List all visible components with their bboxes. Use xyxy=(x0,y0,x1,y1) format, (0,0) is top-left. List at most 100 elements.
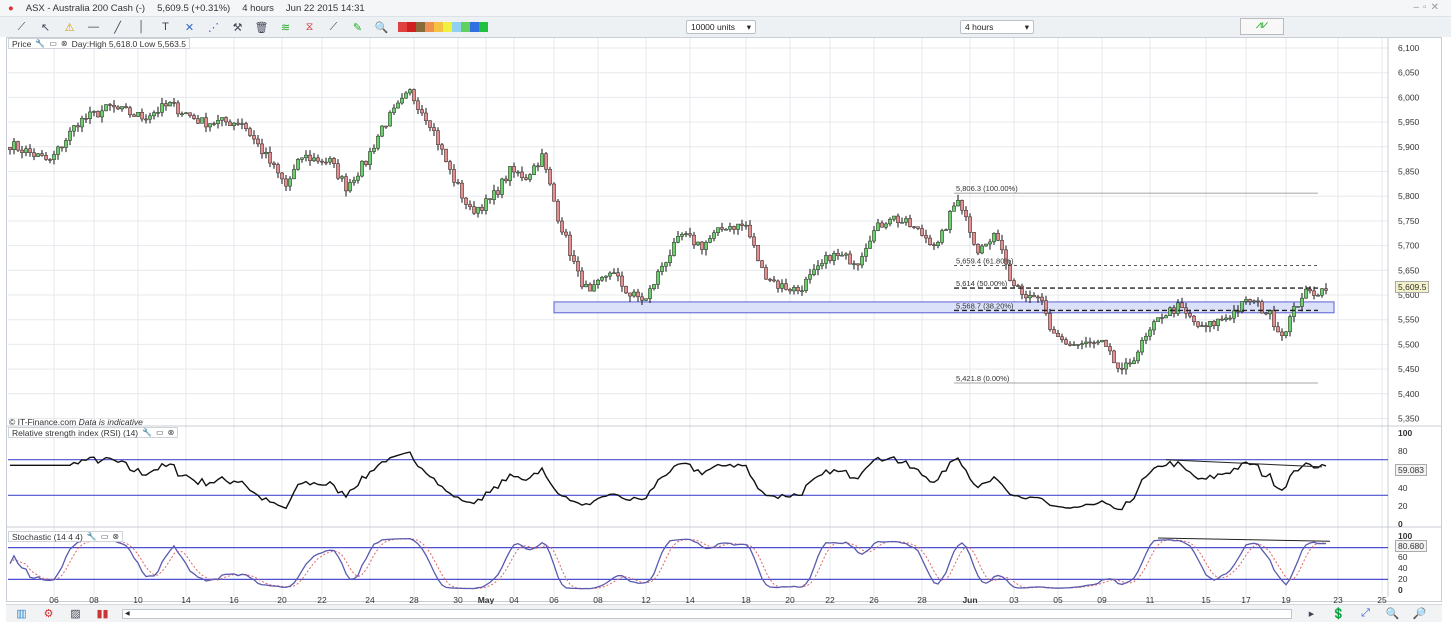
candle-body xyxy=(692,234,696,246)
candle-body xyxy=(984,243,988,247)
horizontal-scrollbar[interactable]: ◀ xyxy=(122,608,1292,619)
wrench-icon[interactable]: 🔧 xyxy=(87,532,97,541)
candle-body xyxy=(1192,315,1196,323)
candle-body xyxy=(548,169,552,185)
candle-body xyxy=(32,152,36,157)
candle-body xyxy=(204,117,208,128)
window-icon[interactable]: ▭ xyxy=(49,39,57,48)
candle-body xyxy=(864,248,868,257)
candle-body xyxy=(572,255,576,262)
chart-canvas[interactable]: 06 08 10 14 16 20 22 24 28 30 May 04 06 08 12 14 18 20 22 2… xyxy=(0,0,1451,624)
candle-body xyxy=(80,117,84,128)
candle-body xyxy=(236,122,240,125)
fibonacci-label: 5,806.3 (100.00%) xyxy=(956,184,1018,193)
candle-body xyxy=(580,270,584,288)
candle-body xyxy=(112,104,116,108)
candle-body xyxy=(272,162,276,165)
window-icon[interactable]: ▭ xyxy=(156,428,164,437)
compare-icon[interactable]: ▮▮ xyxy=(95,607,110,621)
zoom-out-icon[interactable]: 🔍 xyxy=(1385,607,1400,621)
candle-body xyxy=(360,160,364,177)
candle-body xyxy=(376,135,380,149)
candle-body xyxy=(1280,331,1284,336)
candle-body xyxy=(472,206,476,214)
candle-body xyxy=(1296,306,1300,308)
candle-body xyxy=(524,177,528,180)
candle-body xyxy=(1256,300,1260,303)
close-icon[interactable]: ⊗ xyxy=(112,532,119,541)
candle-body xyxy=(668,255,672,263)
candle-body xyxy=(556,200,560,222)
candle-body xyxy=(712,232,716,239)
zoom-in-icon[interactable]: 🔎 xyxy=(1412,607,1427,621)
candle-body xyxy=(880,222,884,228)
price-panel-label: Price xyxy=(12,38,32,49)
candle-body xyxy=(992,233,996,243)
candle-body xyxy=(512,166,516,173)
candle-body xyxy=(412,89,416,102)
candle-body xyxy=(368,151,372,165)
drawing-icon[interactable]: ▨ xyxy=(68,607,83,621)
candle-body xyxy=(896,215,900,223)
candle-body xyxy=(564,231,568,236)
candle-body xyxy=(1068,343,1072,346)
candle-body xyxy=(620,275,624,287)
scroll-right-icon[interactable]: ▶ xyxy=(1304,607,1319,621)
candle-body xyxy=(1324,288,1328,291)
candle-body xyxy=(40,153,44,156)
candle-body xyxy=(1008,263,1012,281)
candle-body xyxy=(820,263,824,267)
candle-body xyxy=(64,140,68,148)
candle-body xyxy=(748,224,752,238)
candle-body xyxy=(408,89,412,94)
disclaimer: Data is indicative xyxy=(78,417,143,427)
candle-body xyxy=(92,111,96,113)
fit-icon[interactable]: ⤢ xyxy=(1358,607,1373,621)
wrench-icon[interactable]: 🔧 xyxy=(142,428,152,437)
window-icon[interactable]: ▭ xyxy=(101,532,109,541)
candle-body xyxy=(372,147,376,152)
candle-body xyxy=(1152,321,1156,331)
candle-body xyxy=(1200,325,1204,327)
candle-body xyxy=(1084,341,1088,344)
candle-body xyxy=(664,262,668,267)
candle-body xyxy=(792,287,796,292)
candle-body xyxy=(1244,299,1248,302)
candle-body xyxy=(48,159,52,161)
candle-body xyxy=(1116,362,1120,369)
candle-body xyxy=(1272,309,1276,328)
stoch-tick: 40 xyxy=(1398,563,1408,573)
candle-body xyxy=(856,263,860,266)
candle-body xyxy=(728,226,732,230)
candle-body xyxy=(980,245,984,254)
rsi-panel-header: Relative strength index (RSI) (14) 🔧 ▭ ⊗ xyxy=(8,427,179,438)
candle-body xyxy=(1228,317,1232,320)
wrench-icon[interactable]: 🔧 xyxy=(35,39,45,48)
indicators-icon[interactable]: ⚙ xyxy=(41,607,56,621)
stoch-tick: 0 xyxy=(1398,585,1403,595)
candle-body xyxy=(1040,296,1044,301)
candle-body xyxy=(872,230,876,242)
candle-body xyxy=(976,244,980,254)
candle-body xyxy=(1048,313,1052,330)
candle-body xyxy=(764,267,768,280)
stoch-current-tag: 80.680 xyxy=(1395,540,1427,552)
candle-body xyxy=(480,206,484,211)
chart-type-icon[interactable]: ▥ xyxy=(14,607,29,621)
money-icon[interactable]: 💲 xyxy=(1331,607,1346,621)
candle-body xyxy=(964,209,968,218)
candle-body xyxy=(1252,300,1256,303)
candle-body xyxy=(456,182,460,184)
candle-body xyxy=(1052,329,1056,334)
candle-body xyxy=(44,155,48,160)
close-icon[interactable]: ⊗ xyxy=(61,39,68,48)
candle-body xyxy=(688,233,692,236)
scroll-left-icon[interactable]: ◀ xyxy=(125,610,130,617)
candle-body xyxy=(1308,288,1312,292)
candle-body xyxy=(304,154,308,159)
candle-body xyxy=(424,112,428,122)
close-icon[interactable]: ⊗ xyxy=(168,428,175,437)
candle-body xyxy=(1276,326,1280,333)
candle-body xyxy=(796,287,800,292)
candle-body xyxy=(936,242,940,246)
